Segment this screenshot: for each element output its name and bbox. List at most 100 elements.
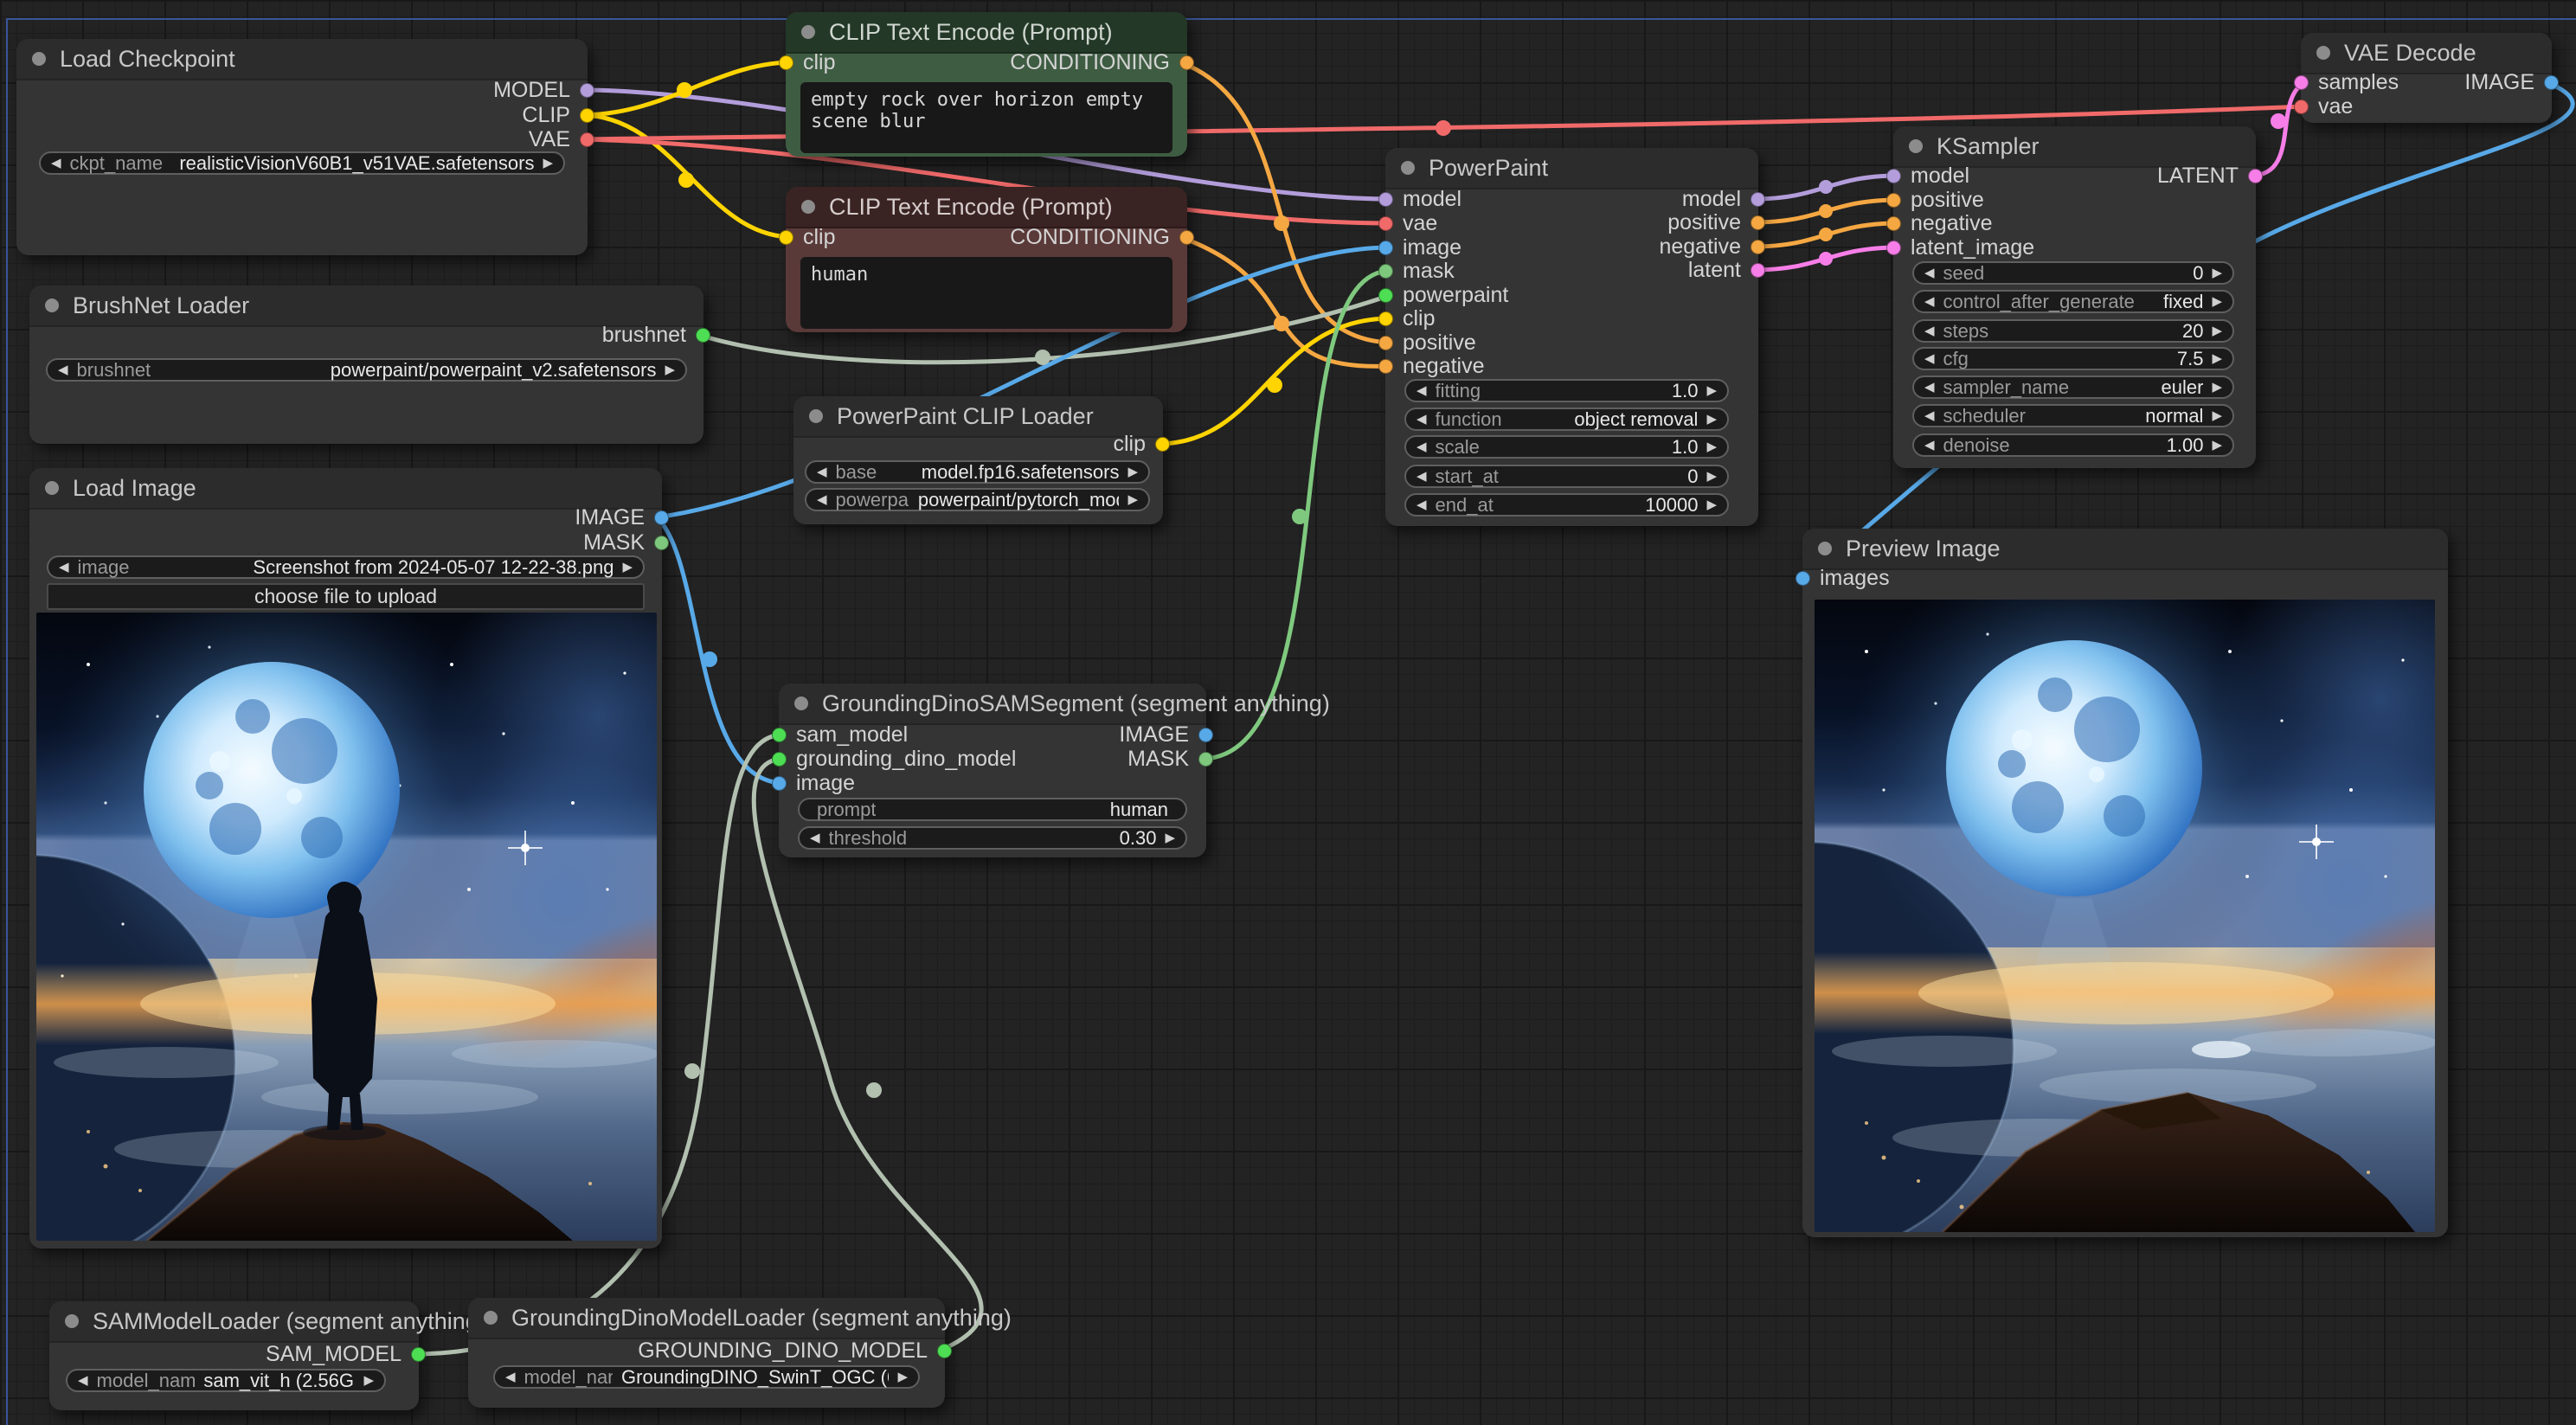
image-port-icon[interactable] xyxy=(1378,240,1393,255)
input-slot-mask[interactable]: mask xyxy=(1378,259,1455,283)
input-slot-latent-image[interactable]: latent_image xyxy=(1886,235,2034,260)
output-slot-grounding-dino-model[interactable]: GROUNDING_DINO_MODEL xyxy=(638,1338,952,1363)
prev-arrow-icon[interactable]: ◀ xyxy=(1416,413,1427,426)
clip-port-icon[interactable] xyxy=(580,107,594,123)
prev-arrow-icon[interactable]: ◀ xyxy=(78,1374,88,1387)
clip-port-icon[interactable] xyxy=(1155,436,1170,452)
node-sam-model-loader[interactable]: SAMModelLoader (segment anything) SAM_MO… xyxy=(49,1301,486,1410)
grounding-dino-model-port-icon[interactable] xyxy=(772,751,787,767)
fitting-widget[interactable]: ◀ fitting 1.0 ▶ xyxy=(1404,379,1729,402)
input-slot-powerpaint[interactable]: powerpaint xyxy=(1378,283,1508,307)
model-name-widget[interactable]: ◀model_namesam_vit_h (2.56GB)▶ xyxy=(66,1369,386,1392)
prev-arrow-icon[interactable]: ◀ xyxy=(51,157,61,170)
prev-arrow-icon[interactable]: ◀ xyxy=(505,1370,516,1383)
grounding-dino-model-port-icon[interactable] xyxy=(937,1343,952,1358)
model-port-icon[interactable] xyxy=(1886,168,1901,183)
collapse-dot-icon[interactable] xyxy=(32,52,46,66)
latent-port-icon[interactable] xyxy=(1751,262,1765,278)
end-at-widget[interactable]: ◀ end_at 10000 ▶ xyxy=(1404,493,1729,517)
next-arrow-icon[interactable]: ▶ xyxy=(1706,413,1717,426)
next-arrow-icon[interactable]: ▶ xyxy=(1706,440,1717,453)
brushnet-port-icon[interactable] xyxy=(696,327,710,343)
next-arrow-icon[interactable]: ▶ xyxy=(1127,465,1138,478)
output-slot-latent[interactable]: LATENT xyxy=(2157,164,2263,188)
prev-arrow-icon[interactable]: ◀ xyxy=(1924,324,1935,337)
output-slot-mask[interactable]: MASK xyxy=(583,530,669,555)
control-after-generate-widget[interactable]: ◀ control_after_generate fixed ▶ xyxy=(1912,290,2234,313)
node-load-checkpoint[interactable]: Load Checkpoint MODEL CLIP VAE ◀ ckpt_nam… xyxy=(16,39,594,255)
sam-model-port-icon[interactable] xyxy=(411,1346,426,1362)
input-slot-model[interactable]: model xyxy=(1886,164,1969,188)
clip-port-icon[interactable] xyxy=(779,55,793,70)
node-clip-text-encode-positive[interactable]: CLIP Text Encode (Prompt) clip CONDITION… xyxy=(779,12,1194,157)
mask-port-icon[interactable] xyxy=(1198,751,1213,767)
next-arrow-icon[interactable]: ▶ xyxy=(2212,295,2222,308)
node-grounding-dino-sam-segment[interactable]: GroundingDinoSAMSegment (segment anythin… xyxy=(772,684,1330,857)
output-slot-clip[interactable]: clip xyxy=(1113,432,1170,456)
node-titlebar[interactable]: Load Image xyxy=(29,468,662,510)
input-slot-clip[interactable]: clip xyxy=(1378,306,1436,331)
threshold-widget[interactable]: ◀ threshold 0.30 ▶ xyxy=(798,826,1187,850)
output-slot-positive[interactable]: positive xyxy=(1667,210,1765,234)
latent-port-icon[interactable] xyxy=(2294,74,2309,90)
prompt-textarea[interactable]: human xyxy=(800,257,1172,329)
prev-arrow-icon[interactable]: ◀ xyxy=(1924,381,1935,394)
node-ksampler[interactable]: KSampler model positive negative latent_… xyxy=(1886,126,2263,468)
vae-port-icon[interactable] xyxy=(580,132,594,147)
node-clip-text-encode-negative[interactable]: CLIP Text Encode (Prompt) clip CONDITION… xyxy=(779,187,1194,332)
model-port-icon[interactable] xyxy=(580,82,594,98)
prev-arrow-icon[interactable]: ◀ xyxy=(1924,266,1935,279)
prev-arrow-icon[interactable]: ◀ xyxy=(1924,409,1935,422)
model-name-widget[interactable]: ◀model_nameGroundingDINO_SwinT_OGC (694M… xyxy=(493,1365,920,1389)
input-slot-model[interactable]: model xyxy=(1378,187,1461,211)
mask-port-icon[interactable] xyxy=(1378,263,1393,279)
steps-widget[interactable]: ◀ steps 20 ▶ xyxy=(1912,319,2234,343)
prev-arrow-icon[interactable]: ◀ xyxy=(1416,470,1427,483)
brushnet-widget[interactable]: ◀ brushnet powerpaint/powerpaint_v2.safete… xyxy=(46,358,687,382)
input-slot-negative[interactable]: negative xyxy=(1378,354,1485,378)
powerpaint-port-icon[interactable] xyxy=(1378,287,1393,303)
next-arrow-icon[interactable]: ▶ xyxy=(2212,266,2222,279)
vae-port-icon[interactable] xyxy=(1378,215,1393,231)
output-slot-sam-model[interactable]: SAM_MODEL xyxy=(266,1342,426,1366)
output-slot-image[interactable]: IMAGE xyxy=(575,505,669,530)
collapse-dot-icon[interactable] xyxy=(1818,542,1832,555)
node-titlebar[interactable]: GroundingDinoModelLoader (segment anythi… xyxy=(468,1298,1012,1339)
node-brushnet-loader[interactable]: BrushNet Loader brushnet ◀ brushnet powerp… xyxy=(29,286,710,444)
node-titlebar[interactable]: KSampler xyxy=(1893,126,2256,168)
clip-port-icon[interactable] xyxy=(1378,311,1393,326)
node-titlebar[interactable]: GroundingDinoSAMSegment (segment anythin… xyxy=(779,684,1330,725)
clip-port-icon[interactable] xyxy=(779,229,793,245)
image-port-icon[interactable] xyxy=(1795,570,1810,586)
collapse-dot-icon[interactable] xyxy=(809,409,823,423)
prev-arrow-icon[interactable]: ◀ xyxy=(810,831,820,844)
input-slot-image[interactable]: image xyxy=(1378,235,1461,260)
input-slot-positive[interactable]: positive xyxy=(1378,331,1476,355)
node-titlebar[interactable]: SAMModelLoader (segment anything) xyxy=(49,1301,486,1343)
conditioning-port-icon[interactable] xyxy=(1751,215,1765,230)
conditioning-port-icon[interactable] xyxy=(1886,192,1901,208)
conditioning-port-icon[interactable] xyxy=(1378,335,1393,350)
scheduler-widget[interactable]: ◀ scheduler normal ▶ xyxy=(1912,404,2234,427)
conditioning-port-icon[interactable] xyxy=(1378,358,1393,374)
next-arrow-icon[interactable]: ▶ xyxy=(2212,381,2222,394)
next-arrow-icon[interactable]: ▶ xyxy=(2212,352,2222,365)
collapse-dot-icon[interactable] xyxy=(45,298,59,312)
next-arrow-icon[interactable]: ▶ xyxy=(622,561,633,574)
model-port-icon[interactable] xyxy=(1751,191,1765,207)
input-slot-image[interactable]: image xyxy=(772,771,855,795)
output-slot-model[interactable]: model xyxy=(1682,187,1765,211)
next-arrow-icon[interactable]: ▶ xyxy=(1706,498,1717,511)
prev-arrow-icon[interactable]: ◀ xyxy=(817,493,827,506)
node-powerpaint[interactable]: PowerPaint model vae image mask powerpai… xyxy=(1378,148,1765,526)
ckpt-name-widget[interactable]: ◀ ckpt_name realisticVisionV60B1_v51VAE.sa… xyxy=(39,151,565,175)
seed-widget[interactable]: ◀ seed 0 ▶ xyxy=(1912,261,2234,285)
next-arrow-icon[interactable]: ▶ xyxy=(2212,409,2222,422)
output-slot-negative[interactable]: negative xyxy=(1659,234,1765,259)
node-titlebar[interactable]: Load Checkpoint xyxy=(16,39,588,80)
conditioning-port-icon[interactable] xyxy=(1179,55,1194,70)
prompt-widget[interactable]: prompt human xyxy=(798,798,1187,821)
prev-arrow-icon[interactable]: ◀ xyxy=(1416,384,1427,397)
node-titlebar[interactable]: BrushNet Loader xyxy=(29,286,703,327)
node-titlebar[interactable]: CLIP Text Encode (Prompt) xyxy=(786,187,1187,228)
